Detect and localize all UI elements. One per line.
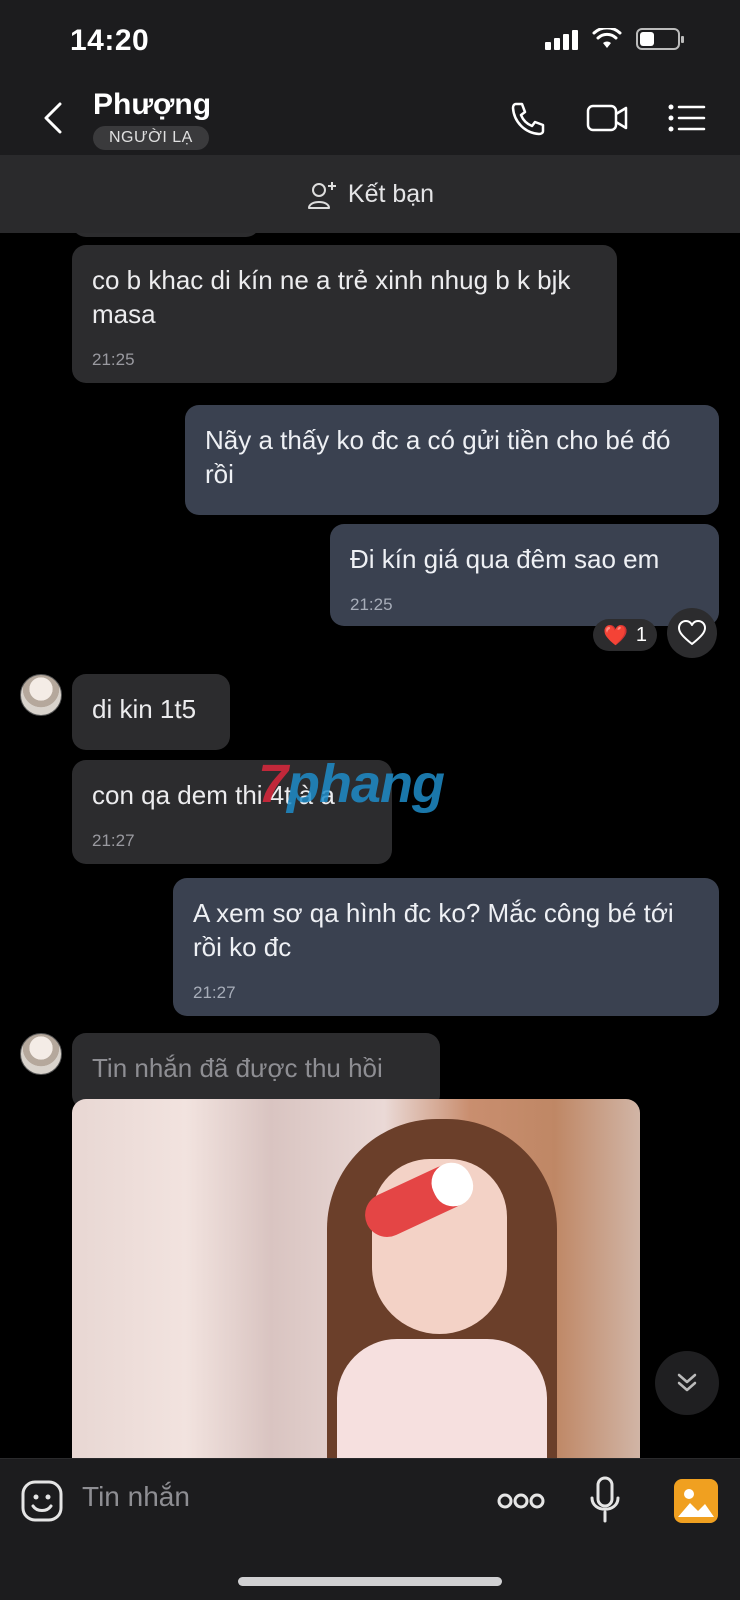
heart-icon: [678, 620, 706, 645]
avatar[interactable]: [20, 1033, 62, 1075]
more-options-icon[interactable]: [496, 1481, 546, 1521]
message-time: 21:27: [193, 983, 236, 1002]
wifi-icon: [592, 28, 622, 48]
photo-gallery-button[interactable]: [674, 1479, 718, 1523]
avatar[interactable]: [20, 674, 62, 716]
battery-icon: [636, 28, 684, 50]
message-text: Đi kín giá qua đêm sao em: [350, 544, 660, 574]
message-bubble-partial: [72, 233, 260, 237]
message-bubble[interactable]: Đi kín giá qua đêm sao em 21:25: [330, 524, 719, 626]
scroll-to-bottom-button[interactable]: [655, 1351, 719, 1415]
message-text: A xem sơ qa hình đc ko? Mắc công bé tới …: [193, 898, 674, 962]
message-bubble[interactable]: co b khac di kín ne a trẻ xinh nhug b k …: [72, 245, 617, 383]
status-bar: 14:20: [0, 0, 740, 80]
reaction-count: 1: [635, 623, 648, 646]
sticker-emoji-icon[interactable]: [20, 1479, 64, 1523]
status-time: 14:20: [70, 24, 150, 57]
message-text: Tin nhắn đã được thu hồi: [92, 1053, 383, 1083]
message-bubble[interactable]: Nãy a thấy ko đc a có gửi tiền cho bé đó…: [185, 405, 719, 515]
reaction-emoji: ❤️: [603, 624, 628, 647]
message-time: 21:25: [92, 350, 135, 369]
chat-scroll-area[interactable]: co b khac di kín ne a trẻ xinh nhug b k …: [0, 233, 740, 1458]
message-bubble[interactable]: A xem sơ qa hình đc ko? Mắc công bé tới …: [173, 878, 719, 1016]
video-call-icon[interactable]: [585, 98, 629, 138]
chat-header: Phượng NGƯỜI LẠ: [0, 80, 740, 156]
reaction-badge[interactable]: ❤️ 1: [593, 619, 658, 651]
status-icons: [545, 28, 684, 50]
react-heart-button[interactable]: [667, 608, 717, 658]
add-friend-button[interactable]: Kết bạn: [0, 156, 740, 233]
microphone-icon[interactable]: [587, 1475, 623, 1525]
phone-icon[interactable]: [506, 98, 550, 138]
contact-name[interactable]: Phượng: [93, 88, 211, 122]
photo-message[interactable]: [72, 1099, 640, 1458]
message-text: Nãy a thấy ko đc a có gửi tiền cho bé đó…: [205, 425, 671, 489]
message-time: 21:27: [92, 831, 135, 850]
message-time: 21:25: [350, 595, 393, 614]
double-chevron-down-icon: [677, 1373, 697, 1392]
watermark-logo: 7phang: [258, 754, 445, 814]
message-bubble[interactable]: di kin 1t5: [72, 674, 230, 750]
photo-subject-body: [337, 1339, 547, 1458]
stranger-badge: NGƯỜI LẠ: [93, 126, 209, 150]
add-friend-icon: [307, 181, 336, 209]
cellular-signal-icon: [545, 28, 578, 50]
menu-list-icon[interactable]: [666, 98, 710, 138]
battery-level: [640, 32, 654, 46]
home-indicator[interactable]: [238, 1577, 502, 1586]
image-icon: [678, 1489, 714, 1517]
message-text: di kin 1t5: [92, 694, 197, 724]
recalled-message-bubble[interactable]: Tin nhắn đã được thu hồi: [72, 1033, 440, 1109]
add-friend-label: Kết bạn: [347, 180, 435, 208]
message-input[interactable]: Tin nhắn: [82, 1481, 190, 1513]
message-text: co b khac di kín ne a trẻ xinh nhug b k …: [92, 265, 571, 329]
chevron-left-icon[interactable]: [34, 98, 74, 138]
